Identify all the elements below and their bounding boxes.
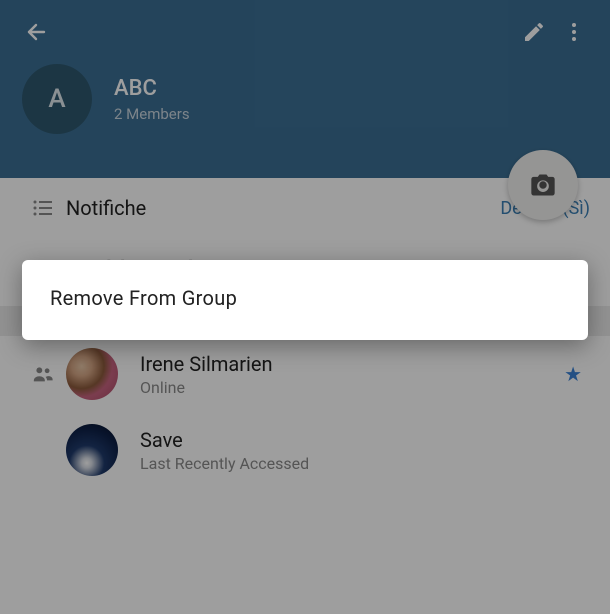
arrow-left-icon (24, 20, 48, 44)
star-icon: ★ (564, 362, 582, 386)
member-status: Last Recently Accessed (140, 454, 590, 473)
more-button[interactable] (554, 12, 594, 52)
member-avatar[interactable] (66, 348, 118, 400)
remove-from-group-button[interactable]: Remove From Group (50, 286, 560, 310)
member-row-0[interactable]: Irene Silmarien Online ★ (0, 336, 610, 412)
member-name: Irene Silmarien (140, 352, 564, 376)
group-avatar[interactable]: A (22, 64, 92, 134)
group-info-row: A ABC 2 Members (0, 64, 610, 134)
list-icon (31, 196, 55, 220)
member-avatar[interactable] (66, 424, 118, 476)
member-row-1[interactable]: Save Last Recently Accessed (0, 412, 610, 488)
group-avatar-letter: A (48, 84, 65, 114)
top-bar (0, 0, 610, 64)
pencil-icon (522, 20, 546, 44)
group-members-count: 2 Members (114, 105, 190, 123)
content-area: Notifiche Default (Sì) Add Member Irene … (0, 178, 610, 614)
context-menu: Remove From Group (22, 260, 588, 340)
dots-vertical-icon (562, 20, 586, 44)
camera-fab[interactable] (508, 150, 578, 220)
group-info-screen: A ABC 2 Members Notifiche Default (Sì) A… (0, 0, 610, 614)
member-status: Online (140, 378, 564, 397)
people-icon (30, 363, 56, 385)
group-header: A ABC 2 Members (0, 0, 610, 178)
edit-button[interactable] (514, 12, 554, 52)
notifications-label: Notifiche (66, 196, 500, 220)
back-button[interactable] (16, 12, 56, 52)
group-name: ABC (114, 76, 190, 101)
camera-icon (529, 171, 557, 199)
member-name: Save (140, 428, 590, 452)
